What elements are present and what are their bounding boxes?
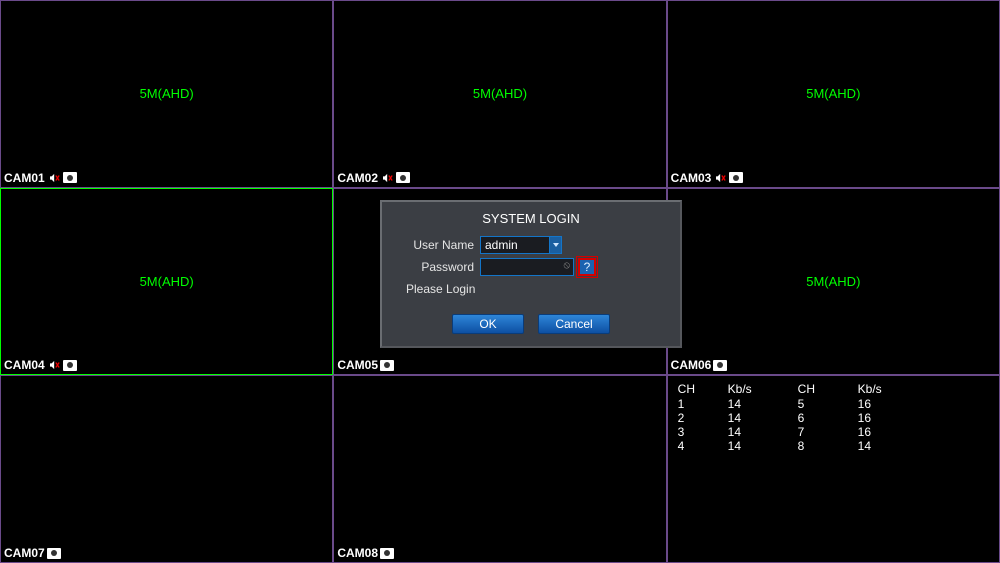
record-icon (63, 172, 77, 183)
camera-cell-cam06[interactable]: 5M(AHD) CAM06 (667, 188, 1000, 376)
record-icon (63, 360, 77, 371)
stats-row: 2 14 6 16 (678, 411, 989, 425)
camera-name: CAM04 (4, 358, 45, 372)
record-icon (380, 360, 394, 371)
camera-format-label: 5M(AHD) (140, 274, 194, 289)
stats-cell: 7 (798, 425, 848, 439)
camera-footer: CAM06 (671, 358, 728, 372)
password-input[interactable] (480, 258, 574, 276)
record-icon (380, 548, 394, 559)
camera-name: CAM02 (337, 171, 378, 185)
stats-cell: 16 (858, 411, 918, 425)
camera-footer: CAM07 (4, 546, 61, 560)
camera-format-label: 5M(AHD) (473, 86, 527, 101)
camera-format-label: 5M(AHD) (806, 274, 860, 289)
ok-button[interactable]: OK (452, 314, 524, 334)
record-icon (713, 360, 727, 371)
stats-cell: 14 (728, 411, 788, 425)
camera-cell-cam07[interactable]: CAM07 (0, 375, 333, 563)
cancel-button[interactable]: Cancel (538, 314, 610, 334)
stats-header-cell: Kb/s (858, 382, 918, 396)
stats-cell: 5 (798, 397, 848, 411)
camera-name: CAM05 (337, 358, 378, 372)
camera-cell-cam03[interactable]: 5M(AHD) CAM03 (667, 0, 1000, 188)
stats-cell: 14 (858, 439, 918, 453)
password-row: Password ⦸ ? (392, 258, 670, 276)
stats-header-cell: Kb/s (728, 382, 788, 396)
record-icon (729, 172, 743, 183)
stats-cell: 8 (798, 439, 848, 453)
camera-name: CAM07 (4, 546, 45, 560)
camera-name: CAM08 (337, 546, 378, 560)
stats-header-row: CH Kb/s CH Kb/s (678, 382, 989, 396)
camera-cell-cam04[interactable]: 5M(AHD) CAM04 (0, 188, 333, 376)
record-icon (47, 548, 61, 559)
stats-row: 4 14 8 14 (678, 439, 989, 453)
username-row: User Name (392, 236, 670, 254)
stats-cell: 16 (858, 425, 918, 439)
camera-name: CAM06 (671, 358, 712, 372)
username-label: User Name (392, 238, 480, 252)
camera-cell-cam01[interactable]: 5M(AHD) CAM01 (0, 0, 333, 188)
camera-format-label: 5M(AHD) (140, 86, 194, 101)
camera-footer: CAM05 (337, 358, 394, 372)
stats-row: 3 14 7 16 (678, 425, 989, 439)
stats-cell: 14 (728, 397, 788, 411)
password-control: ⦸ (480, 258, 574, 276)
bitrate-stats-table: CH Kb/s CH Kb/s 1 14 5 16 2 14 6 16 3 14 7 16 4 14 8 14 (678, 382, 989, 453)
camera-cell-cam08[interactable]: CAM08 (333, 375, 666, 563)
camera-footer: CAM03 (671, 171, 744, 185)
speaker-muted-icon (382, 173, 394, 183)
camera-footer: CAM04 (4, 358, 77, 372)
camera-name: CAM01 (4, 171, 45, 185)
camera-format-label: 5M(AHD) (806, 86, 860, 101)
record-icon (396, 172, 410, 183)
stats-row: 1 14 5 16 (678, 397, 989, 411)
username-control (480, 236, 562, 254)
stats-cell: 1 (678, 397, 718, 411)
stats-header-cell: CH (678, 382, 718, 396)
camera-name: CAM03 (671, 171, 712, 185)
login-dialog: SYSTEM LOGIN User Name Password ⦸ ? Plea… (380, 200, 682, 348)
password-label: Password (392, 260, 480, 274)
camera-footer: CAM01 (4, 171, 77, 185)
camera-footer: CAM02 (337, 171, 410, 185)
stats-cell: 14 (728, 439, 788, 453)
stats-cell: 6 (798, 411, 848, 425)
stats-cell: 4 (678, 439, 718, 453)
camera-footer: CAM08 (337, 546, 394, 560)
camera-cell-cam02[interactable]: 5M(AHD) CAM02 (333, 0, 666, 188)
stats-header-cell: CH (798, 382, 848, 396)
dialog-buttons: OK Cancel (392, 314, 670, 334)
speaker-muted-icon (49, 173, 61, 183)
username-select[interactable] (480, 236, 562, 254)
stats-cell: 3 (678, 425, 718, 439)
speaker-muted-icon (49, 360, 61, 370)
speaker-muted-icon (715, 173, 727, 183)
login-status-text: Please Login (392, 280, 670, 314)
dialog-title: SYSTEM LOGIN (392, 208, 670, 236)
stats-cell: 14 (728, 425, 788, 439)
stats-cell: 16 (858, 397, 918, 411)
stats-cell: 2 (678, 411, 718, 425)
info-cell[interactable]: CH Kb/s CH Kb/s 1 14 5 16 2 14 6 16 3 14 7 16 4 14 8 14 (667, 375, 1000, 563)
password-help-button[interactable]: ? (578, 258, 596, 276)
